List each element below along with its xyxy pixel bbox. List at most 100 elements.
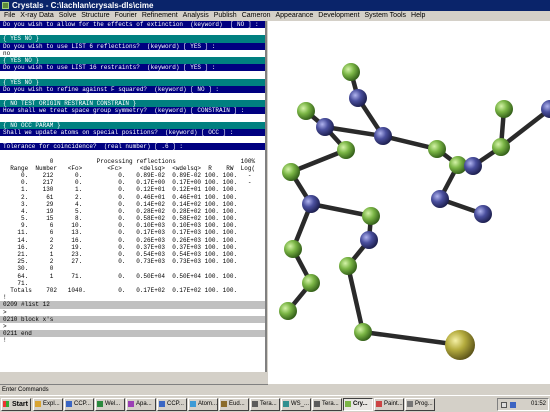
app-icon <box>314 401 320 407</box>
console-line: Shall we update atoms on special positio… <box>0 128 265 136</box>
network-icon[interactable] <box>510 402 516 408</box>
atom-blue[interactable] <box>431 190 449 208</box>
taskbar-button-label: Cry... <box>353 401 368 407</box>
console-line: 2. 61 2. 0. 0.46E+01 0.46E+01 100. 100. <box>0 193 265 201</box>
taskbar-button[interactable]: Cry... <box>343 398 373 411</box>
menu-item-x-ray-data[interactable]: X-ray Data <box>20 12 53 19</box>
menu-item-system-tools[interactable]: System Tools <box>365 12 407 19</box>
taskbar-button-label: Tera... <box>322 401 339 407</box>
taskbar-button-label: Prog... <box>415 401 433 407</box>
console-line: 0. 217 0. 0. 0.17E+00 0.17E+00 100. 100.… <box>0 179 265 187</box>
taskbar-button[interactable]: Expl... <box>33 398 63 411</box>
atom-blue[interactable] <box>374 127 392 145</box>
taskbar-button[interactable]: CCP... <box>157 398 187 411</box>
menu-item-appearance[interactable]: Appearance <box>276 12 314 19</box>
atom-green[interactable] <box>282 163 300 181</box>
taskbar-button-label: CCP... <box>167 401 184 407</box>
console-line: 4. 19 5. 0. 0.28E+02 0.28E+02 100. 100. <box>0 207 265 216</box>
atom-blue[interactable] <box>302 195 320 213</box>
menu-item-structure[interactable]: Structure <box>81 12 109 19</box>
menu-item-file[interactable]: File <box>4 12 15 19</box>
molecule-structure[interactable] <box>268 21 550 384</box>
text-console[interactable]: Do you wish to allow for the effects of … <box>0 21 267 372</box>
menu-item-analysis[interactable]: Analysis <box>183 12 209 19</box>
console-line: { YES NO } <box>0 56 265 65</box>
atom-blue[interactable] <box>349 89 367 107</box>
menu-item-refinement[interactable]: Refinement <box>142 12 178 19</box>
molecule-3d-view[interactable] <box>268 21 550 384</box>
taskbar-button-label: WS_... <box>291 401 310 407</box>
clock: 01:52 <box>530 401 546 407</box>
menu-item-fourier[interactable]: Fourier <box>115 12 137 19</box>
console-line: Totals 702 1040. 0. 0.17E+02 0.17E+02 10… <box>0 286 265 295</box>
atom-sulfur[interactable] <box>445 330 475 360</box>
console-line: 0 Processing reflections 100% <box>0 157 265 165</box>
app-icon <box>66 401 72 407</box>
console-line <box>0 150 265 158</box>
atom-green[interactable] <box>297 102 315 120</box>
console-line: 9. 6 10. 0. 0.10E+03 0.10E+03 100. 100. <box>0 222 265 230</box>
taskbar-button[interactable]: Tera... <box>250 398 280 411</box>
taskbar-button[interactable]: Eud... <box>219 398 249 411</box>
bond <box>308 201 374 219</box>
taskbar-button[interactable]: Prog... <box>405 398 435 411</box>
atom-green[interactable] <box>492 138 510 156</box>
app-icon <box>283 401 289 407</box>
atom-green[interactable] <box>354 323 372 341</box>
atom-blue[interactable] <box>474 205 492 223</box>
command-input[interactable] <box>0 372 268 384</box>
console-line <box>0 136 265 144</box>
app-icon <box>128 401 134 407</box>
menu-item-publish[interactable]: Publish <box>214 12 237 19</box>
menu-item-help[interactable]: Help <box>411 12 425 19</box>
app-icon <box>97 401 103 407</box>
menu-item-cameron[interactable]: Cameron <box>242 12 271 19</box>
speaker-icon[interactable] <box>501 402 507 408</box>
atom-green[interactable] <box>279 302 297 320</box>
taskbar-button[interactable]: Wel... <box>95 398 125 411</box>
start-button[interactable]: Start <box>1 398 31 411</box>
console-line: 16. 2 19. 0. 0.37E+03 0.37E+03 100. 100. <box>0 243 265 251</box>
console-line <box>0 92 265 101</box>
console-line <box>0 114 265 122</box>
console-line: 30. 0 <box>0 265 265 273</box>
taskbar-button[interactable]: CCP... <box>64 398 94 411</box>
app-icon <box>376 401 382 407</box>
atom-green[interactable] <box>337 141 355 159</box>
system-tray: 01:52 <box>497 398 549 411</box>
atom-green[interactable] <box>302 274 320 292</box>
atom-blue[interactable] <box>360 231 378 249</box>
taskbar-button[interactable]: Apa... <box>126 398 156 411</box>
taskbar-button-label: Tera... <box>260 401 277 407</box>
atom-green[interactable] <box>339 257 357 275</box>
app-icon <box>2 2 9 9</box>
atom-green[interactable] <box>428 140 446 158</box>
menu-item-development[interactable]: Development <box>318 12 359 19</box>
atom-green[interactable] <box>495 100 513 118</box>
window-title: Crystals - C:\Iachlan\crysals-dls\cime <box>12 1 154 10</box>
taskbar-button-label: Eud... <box>229 401 245 407</box>
atom-blue[interactable] <box>464 157 482 175</box>
console-line: 0210 block x's <box>0 315 265 323</box>
console-line: 0211 end <box>0 330 265 338</box>
taskbar-button[interactable]: Atom... <box>188 398 218 411</box>
windows-logo-icon <box>3 401 9 407</box>
taskbar-button[interactable]: WS_... <box>281 398 311 411</box>
atom-green[interactable] <box>284 240 302 258</box>
console-line: 3. 29 4. 0. 0.14E+02 0.14E+02 100. 100. <box>0 200 265 208</box>
console-line: Do you wish to use LIST 16 restraints? (… <box>0 64 265 72</box>
console-line: 64. 1 71. 0. 0.50E+04 0.50E+04 100. 100. <box>0 272 265 280</box>
taskbar-button[interactable]: Tera... <box>312 398 342 411</box>
console-line: 0209 #list 12 <box>0 301 265 309</box>
atom-green[interactable] <box>362 207 380 225</box>
console-line: { NO TEST ORIGIN RESTRAIN CONSTRAIN } <box>0 100 265 108</box>
console-line: 25. 2 27. 0. 0.73E+03 0.73E+03 100. 100. <box>0 258 265 266</box>
console-line: 14. 2 16. 0. 0.26E+03 0.26E+03 100. 100. <box>0 236 265 244</box>
atom-blue[interactable] <box>316 118 334 136</box>
menu-item-solve[interactable]: Solve <box>59 12 77 19</box>
console-line: no <box>0 49 265 57</box>
start-label: Start <box>12 401 28 408</box>
command-label: Enter Commands <box>0 384 268 395</box>
atom-green[interactable] <box>342 63 360 81</box>
taskbar-button[interactable]: Paint... <box>374 398 404 411</box>
